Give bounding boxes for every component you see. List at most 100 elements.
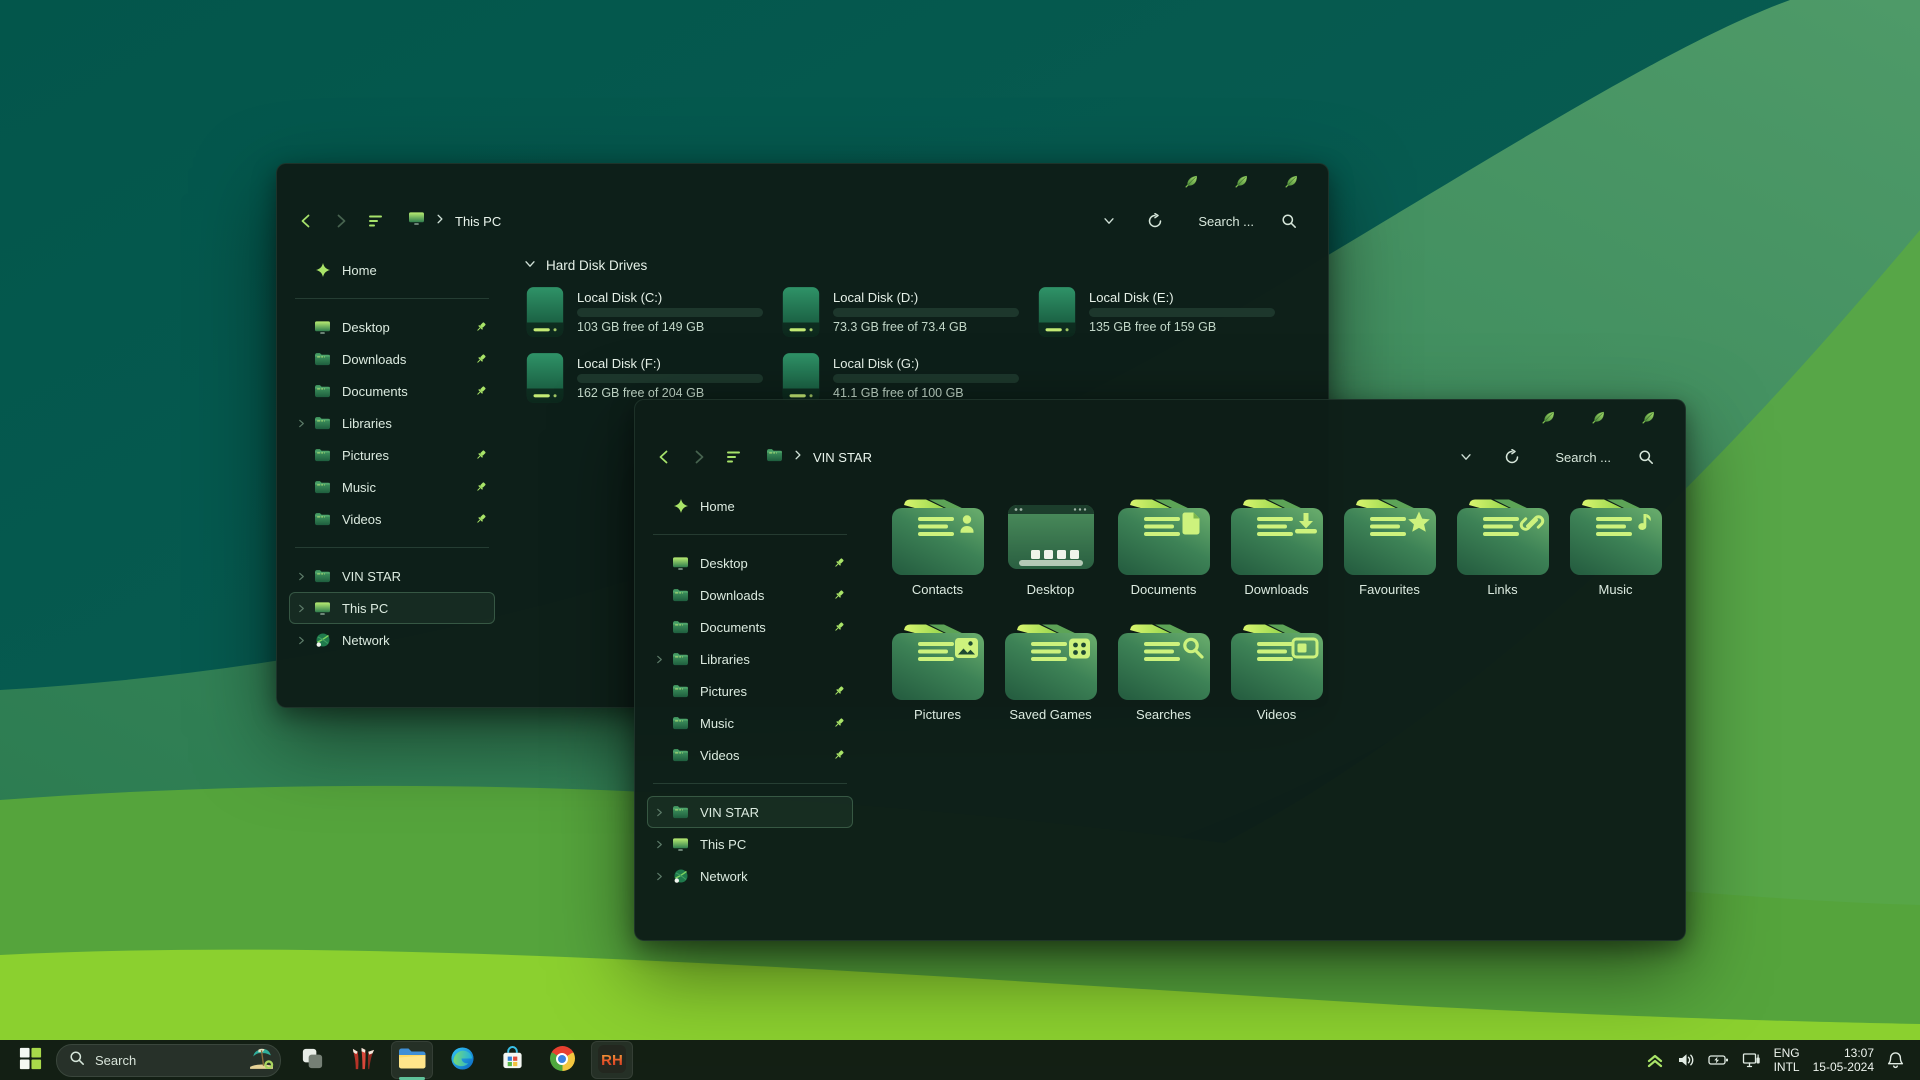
chevron-down-icon[interactable] [523, 257, 537, 274]
recent-locations-icon[interactable] [723, 446, 745, 468]
folder-tile-label: Pictures [914, 707, 961, 722]
chevron-up-icon[interactable] [1646, 1053, 1664, 1068]
folder-tile-desktop[interactable]: Desktop [994, 498, 1107, 597]
folder-tile-pictures[interactable]: Pictures [881, 623, 994, 722]
leaf-icon [1234, 174, 1249, 192]
recent-locations-icon[interactable] [365, 210, 387, 232]
chevron-right-icon[interactable] [295, 419, 308, 428]
sidebar-item-downloads[interactable]: Downloads [289, 343, 495, 375]
language-indicator[interactable]: ENG INTL [1774, 1046, 1800, 1074]
taskbar-chrome-button[interactable] [541, 1041, 583, 1079]
hard-drive-icon [523, 352, 567, 404]
battery-charging-icon[interactable] [1708, 1053, 1729, 1067]
folder-icon [669, 588, 692, 602]
folder-tile-downloads[interactable]: Downloads [1220, 498, 1333, 597]
taskbar-edge-button[interactable] [441, 1041, 483, 1079]
chevron-right-icon[interactable] [295, 636, 308, 645]
volume-icon[interactable] [1677, 1052, 1695, 1068]
sidebar-item-home[interactable]: Home [289, 254, 495, 286]
taskbar-search[interactable]: Search [56, 1044, 281, 1077]
taskbar-microsoft-store-button[interactable] [491, 1041, 533, 1079]
minimize-button[interactable] [1535, 407, 1561, 431]
notification-bell-icon[interactable] [1887, 1051, 1904, 1069]
sidebar-item-music[interactable]: Music [289, 471, 495, 503]
maximize-button[interactable] [1228, 171, 1254, 195]
sidebar-item-network[interactable]: Network [289, 624, 495, 656]
drive-name: Local Disk (G:) [833, 356, 1019, 371]
sidebar-item-label: VIN STAR [700, 805, 830, 820]
sidebar-item-this-pc[interactable]: This PC [647, 828, 853, 860]
refresh-icon[interactable] [1144, 210, 1166, 232]
sidebar-item-documents[interactable]: Documents [647, 611, 853, 643]
drive-local-disk-e[interactable]: Local Disk (E:) 135 GB free of 159 GB [1035, 284, 1291, 340]
folder-tile-documents[interactable]: Documents [1107, 498, 1220, 597]
minimize-button[interactable] [1178, 171, 1204, 195]
sidebar-item-this-pc[interactable]: This PC [289, 592, 495, 624]
search-icon[interactable] [1635, 446, 1657, 468]
display-device-icon[interactable] [1742, 1052, 1761, 1069]
hard-drive-icon [779, 286, 823, 338]
refresh-icon[interactable] [1501, 446, 1523, 468]
forward-arrow-icon[interactable] [688, 446, 710, 468]
chevron-right-icon[interactable] [653, 655, 666, 664]
sidebar-item-vin-star[interactable]: VIN STAR [647, 796, 853, 828]
drive-local-disk-c[interactable]: Local Disk (C:) 103 GB free of 149 GB [523, 284, 779, 340]
maximize-button[interactable] [1585, 407, 1611, 431]
hard-drive-icon [779, 352, 823, 404]
folder-icon [311, 416, 334, 430]
back-arrow-icon[interactable] [653, 446, 675, 468]
chevron-right-icon[interactable] [653, 840, 666, 849]
drive-name: Local Disk (E:) [1089, 290, 1275, 305]
sidebar-item-music[interactable]: Music [647, 707, 853, 739]
sidebar-item-videos[interactable]: Videos [647, 739, 853, 771]
search-input[interactable]: Search ... [1555, 450, 1611, 465]
folder-tile-music[interactable]: Music [1559, 498, 1672, 597]
chevron-right-icon[interactable] [295, 572, 308, 581]
titlebar [635, 400, 1685, 436]
folder-tile-favourites[interactable]: Favourites [1333, 498, 1446, 597]
sidebar-item-pictures[interactable]: Pictures [647, 675, 853, 707]
taskbar-rh-app-button[interactable]: RH [591, 1041, 633, 1079]
sidebar-item-desktop[interactable]: Desktop [289, 311, 495, 343]
start-button[interactable] [8, 1040, 52, 1080]
sidebar-item-videos[interactable]: Videos [289, 503, 495, 535]
sidebar-item-documents[interactable]: Documents [289, 375, 495, 407]
chevron-right-icon[interactable] [295, 604, 308, 613]
sidebar-item-desktop[interactable]: Desktop [647, 547, 853, 579]
folder-tile-saved-games[interactable]: Saved Games [994, 623, 1107, 722]
sidebar-item-network[interactable]: Network [647, 860, 853, 892]
folder-tile-videos[interactable]: Videos [1220, 623, 1333, 722]
capacity-bar [577, 374, 763, 383]
sidebar-item-downloads[interactable]: Downloads [647, 579, 853, 611]
back-arrow-icon[interactable] [295, 210, 317, 232]
chevron-right-icon[interactable] [653, 872, 666, 881]
search-icon[interactable] [1278, 210, 1300, 232]
close-button[interactable] [1635, 407, 1661, 431]
folder-tile-links[interactable]: Links [1446, 498, 1559, 597]
drive-local-disk-g[interactable]: Local Disk (G:) 41.1 GB free of 100 GB [779, 350, 1035, 406]
taskbar-task-view-button[interactable] [291, 1041, 333, 1079]
search-input[interactable]: Search ... [1198, 214, 1254, 229]
forward-arrow-icon[interactable] [330, 210, 352, 232]
chevron-down-icon[interactable] [1455, 446, 1477, 468]
chevron-right-icon [792, 448, 804, 466]
drive-local-disk-d[interactable]: Local Disk (D:) 73.3 GB free of 73.4 GB [779, 284, 1035, 340]
folder-tile-searches[interactable]: Searches [1107, 623, 1220, 722]
taskbar-paint-tool-button[interactable] [341, 1041, 383, 1079]
sidebar-item-libraries[interactable]: Libraries [647, 643, 853, 675]
sidebar-item-pictures[interactable]: Pictures [289, 439, 495, 471]
chevron-down-icon[interactable] [1098, 210, 1120, 232]
breadcrumb[interactable]: VIN STAR [766, 448, 872, 467]
sidebar-item-home[interactable]: Home [647, 490, 853, 522]
date: 15-05-2024 [1813, 1060, 1874, 1074]
chevron-right-icon[interactable] [653, 808, 666, 817]
breadcrumb[interactable]: This PC [408, 211, 501, 231]
clock[interactable]: 13:07 15-05-2024 [1813, 1046, 1874, 1074]
sidebar-item-libraries[interactable]: Libraries [289, 407, 495, 439]
monitor-icon [408, 211, 425, 231]
taskbar-file-explorer-button[interactable] [391, 1041, 433, 1079]
close-button[interactable] [1278, 171, 1304, 195]
sidebar-item-vin-star[interactable]: VIN STAR [289, 560, 495, 592]
folder-tile-contacts[interactable]: Contacts [881, 498, 994, 597]
drive-local-disk-f[interactable]: Local Disk (F:) 162 GB free of 204 GB [523, 350, 779, 406]
